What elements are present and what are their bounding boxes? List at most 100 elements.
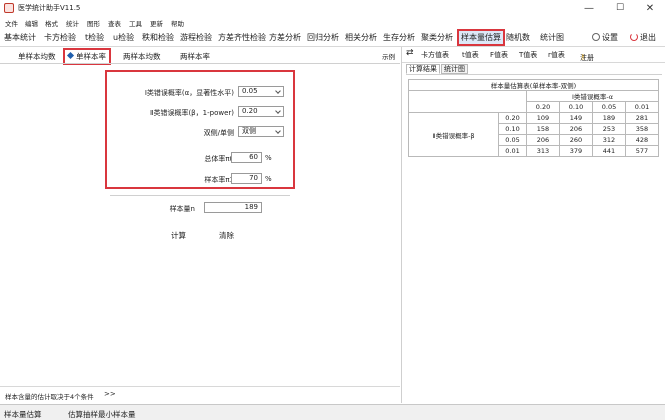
alpha-col-header: 0.01 [625,101,659,113]
alpha-label: Ⅰ类错误概率(α，显著性水平) [144,89,234,97]
table-cell: 206 [559,123,593,135]
tab-one-sample-mean[interactable]: 单样本均数 [18,51,56,62]
toolbar-item-t-test[interactable]: t检验 [85,32,104,43]
toolbar-item-runs-test[interactable]: 游程检验 [180,32,212,43]
title-bar: 医学统计助手V11.5 — ☐ ✕ [0,0,665,17]
toolbar-item-cluster[interactable]: 聚类分析 [421,32,453,43]
toolbar-item-regression[interactable]: 回归分析 [307,32,339,43]
power-icon [630,33,638,41]
toolbar-item-anova[interactable]: 方差分析 [269,32,301,43]
n-output: 189 [204,202,262,213]
table-cell: 206 [526,134,560,146]
gear-icon [592,33,600,41]
status-left: 样本量估算 [4,410,42,419]
toolbar-item-random-number[interactable]: 随机数 [506,32,530,43]
form-separator [110,195,290,196]
beta-row-header: 0.01 [498,145,527,157]
close-button[interactable]: ✕ [635,0,665,17]
table-cell: 149 [559,112,593,124]
pi1-input[interactable]: 70 [231,173,262,184]
toolbar-item-chart[interactable]: 统计图 [540,32,564,43]
bottom-note-text: 样本含量的估计取决于4个条件 [5,393,94,401]
pi0-label: 总体率π0 [204,155,234,163]
clear-button[interactable]: 清除 [219,230,234,241]
toolbar-item-sample-size[interactable]: 样本量估算 [457,29,505,46]
t-table-link[interactable]: t值表 [462,50,479,60]
chevron-down-icon [275,108,281,114]
menu-file[interactable]: 文件 [5,18,18,28]
menu-bar: 文件 编辑 格式 统计 图形 查表 工具 更新 帮助 [0,17,665,28]
expand-chevrons[interactable]: >> [104,390,116,398]
status-bar: 样本量估算 估算抽样最小样本量 [0,404,665,420]
pi0-unit: % [265,154,272,162]
pi1-unit: % [265,175,272,183]
toolbar-item-u-test[interactable]: u检验 [113,32,134,43]
chi-square-table-link[interactable]: 卡方值表 [421,50,449,60]
status-right: 估算抽样最小样本量 [68,410,136,419]
example-link[interactable]: 示例 [382,51,395,61]
maximize-button[interactable]: ☐ [605,0,635,17]
menu-lookup[interactable]: 查表 [108,18,121,28]
main-toolbar: 基本统计 卡方检验 t检验 u检验 秩和检验 游程检验 方差齐性检验 方差分析 … [0,28,665,47]
table-cell: 312 [592,134,626,146]
settings-button[interactable]: 设置 [592,32,618,43]
menu-help[interactable]: 帮助 [171,18,184,28]
pi1-label: 样本率π1 [204,176,234,184]
tab-stat-chart[interactable]: 统计图 [441,64,468,74]
window-title: 医学统计助手V11.5 [18,4,81,12]
beta-row-header: 0.05 [498,134,527,146]
toolbar-item-correlation[interactable]: 相关分析 [345,32,377,43]
toolbar-item-survival[interactable]: 生存分析 [383,32,415,43]
panel-splitter[interactable] [401,47,402,403]
beta-row-header: 0.10 [498,123,527,135]
table-cell: 441 [592,145,626,157]
chevron-down-icon [275,128,281,134]
table-row: Ⅱ类错误概率-β 0.20 109 149 189 281 [408,112,659,157]
alpha-header: Ⅰ类错误概率-α [526,90,659,102]
beta-select[interactable]: 0.20 [238,106,284,117]
sided-label: 双侧/单侧 [203,129,234,137]
alpha-select[interactable]: 0.05 [238,86,284,97]
alpha-col-header: 0.05 [592,101,626,113]
tab-two-sample-mean[interactable]: 两样本均数 [123,51,161,62]
table-cell: 260 [559,134,593,146]
table-cell: 428 [625,134,659,146]
table-cell: 281 [625,112,659,124]
swap-icon[interactable]: ⇄ [406,48,414,58]
menu-update[interactable]: 更新 [150,18,163,28]
big-t-table-link[interactable]: T值表 [519,50,537,60]
tab-two-sample-rate[interactable]: 两样本率 [180,51,210,62]
menu-graph[interactable]: 图形 [87,18,100,28]
alpha-col-header: 0.10 [559,101,593,113]
diamond-icon [66,51,75,60]
calculate-button[interactable]: 计算 [171,230,186,241]
pi0-input[interactable]: 60 [231,152,262,163]
subtab-divider [0,63,400,64]
minimize-button[interactable]: — [574,0,604,17]
right-toolbar: ⇄ 卡方值表 t值表 F值表 T值表 r值表 ⚷ 注册 [402,47,665,63]
table-cell: 358 [625,123,659,135]
exit-button[interactable]: 退出 [630,32,656,43]
toolbar-item-rank-sum[interactable]: 秩和检验 [142,32,174,43]
beta-header: Ⅱ类错误概率-β [408,112,499,157]
table-cell: 158 [526,123,560,135]
menu-statistics[interactable]: 统计 [66,18,79,28]
toolbar-item-basic-stats[interactable]: 基本统计 [4,32,36,43]
sided-select[interactable]: 双侧 [238,126,284,137]
toolbar-item-variance-homogeneity[interactable]: 方差齐性检验 [218,32,266,43]
right-tab-divider [406,74,662,75]
menu-tools[interactable]: 工具 [129,18,142,28]
tab-results[interactable]: 计算结果 [406,64,440,74]
f-table-link[interactable]: F值表 [490,50,508,60]
results-table: 样本量估算表(单样本率-双侧) Ⅰ类错误概率-α 0.20 0.10 0.05 … [408,79,659,157]
menu-edit[interactable]: 编辑 [25,18,38,28]
table-cell: 379 [559,145,593,157]
r-table-link[interactable]: r值表 [548,50,565,60]
toolbar-item-chi-square[interactable]: 卡方检验 [44,32,76,43]
n-label: 样本量n [169,205,195,213]
table-cell: 313 [526,145,560,157]
menu-format[interactable]: 格式 [45,18,58,28]
table-cell: 253 [592,123,626,135]
beta-label: Ⅱ类错误概率(β，1-power) [150,109,234,117]
app-logo-icon [4,3,14,13]
